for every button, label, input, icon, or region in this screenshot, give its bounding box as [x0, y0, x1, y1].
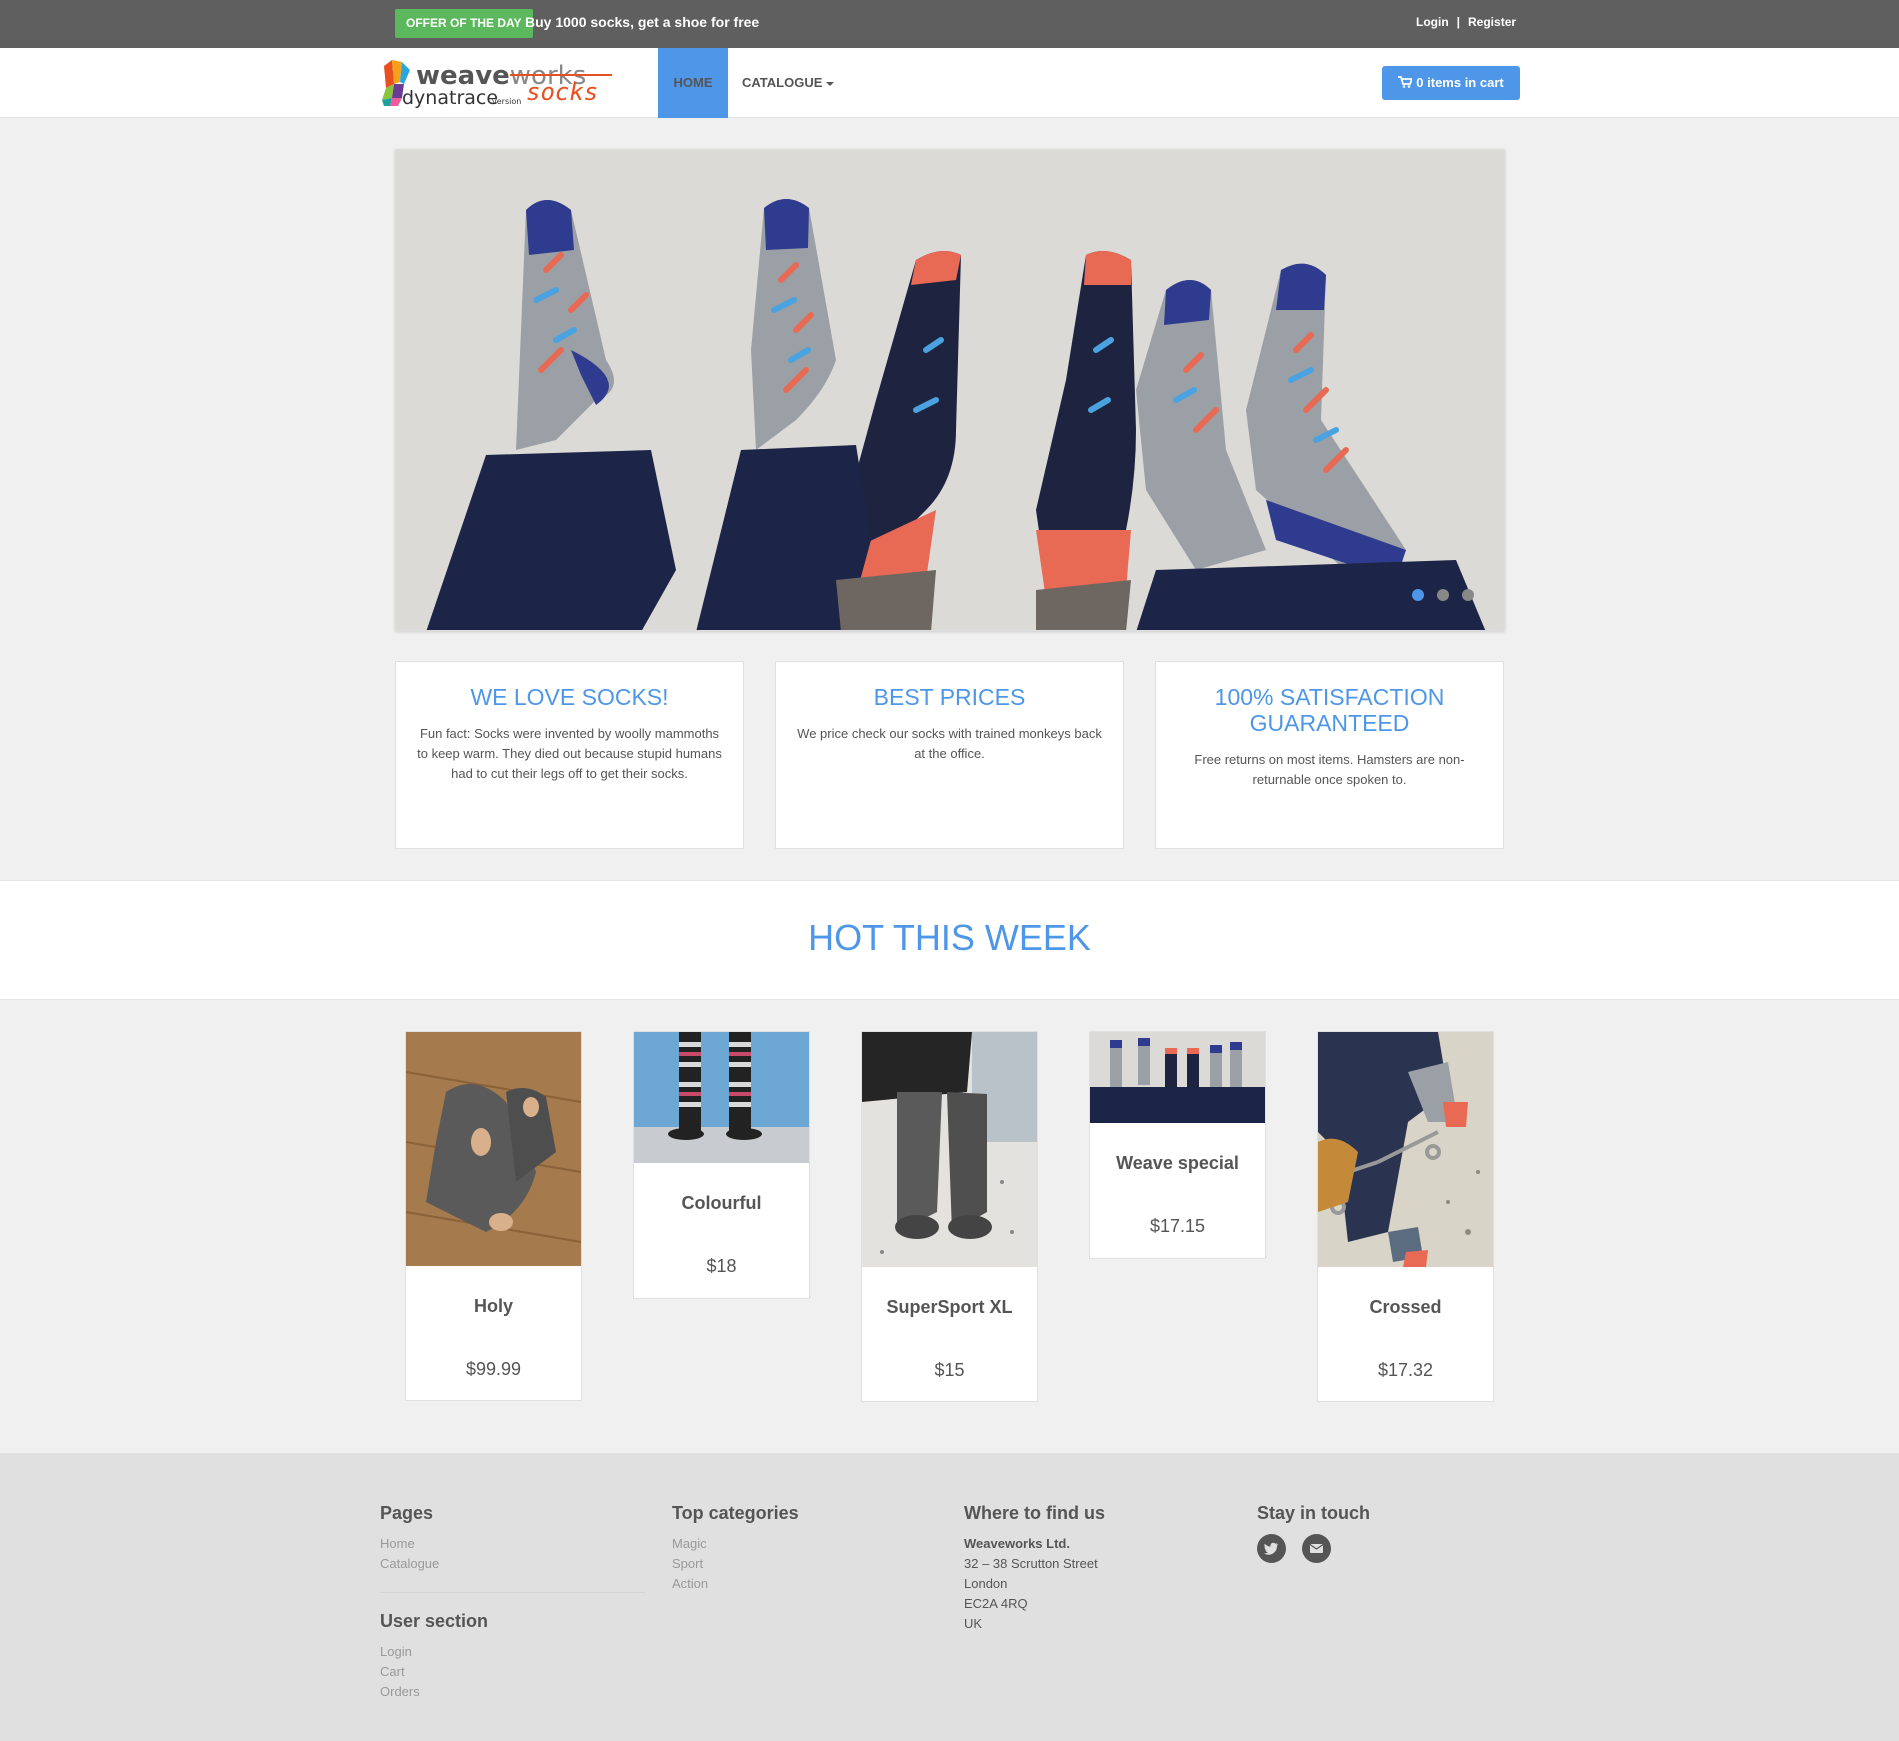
product-card-supersport-xl[interactable]: SuperSport XL $15	[861, 1031, 1038, 1402]
info-box-title: WE LOVE SOCKS!	[470, 684, 669, 710]
info-box-title: 100% SATISFACTION GUARANTEED	[1214, 684, 1445, 736]
svg-text:dynatrace: dynatrace	[402, 87, 498, 109]
info-box-text: We price check our socks with trained mo…	[797, 726, 1102, 761]
footer-categories: Top categories Magic Sport Action	[672, 1503, 799, 1594]
footer-divider	[380, 1592, 645, 1593]
carousel-indicators	[1412, 588, 1487, 606]
twitter-icon[interactable]	[1257, 1534, 1286, 1563]
product-price: $18	[706, 1256, 737, 1276]
footer-pages: Pages Home Catalogue User section Login …	[380, 1503, 645, 1702]
product-image[interactable]	[406, 1032, 581, 1266]
svg-text:version: version	[492, 97, 521, 106]
product-price: $17.32	[1377, 1360, 1434, 1380]
carousel-dot-2[interactable]	[1437, 589, 1449, 601]
product-image[interactable]	[1318, 1032, 1493, 1267]
link-separator: |	[1456, 15, 1461, 29]
footer-link-catalogue[interactable]: Catalogue	[380, 1554, 645, 1574]
footer-social: Stay in touch	[1257, 1503, 1370, 1568]
nav-home[interactable]: HOME	[658, 48, 728, 118]
caret-down-icon	[826, 81, 835, 86]
product-card-colourful[interactable]: Colourful $18	[633, 1031, 810, 1299]
footer-link-sport[interactable]: Sport	[672, 1554, 799, 1574]
user-links: Login | Register	[1412, 15, 1520, 29]
navbar: weaveworks dynatrace version socks HOME …	[0, 48, 1899, 118]
footer-heading: Top categories	[672, 1503, 799, 1523]
carousel-dot-3[interactable]	[1462, 589, 1474, 601]
product-name[interactable]: Crossed	[1318, 1297, 1493, 1318]
info-box-love-socks: WE LOVE SOCKS! Fun fact: Socks were inve…	[395, 661, 744, 849]
hot-this-week-band: HOT THIS WEEK	[0, 880, 1899, 1000]
info-box-text: Fun fact: Socks were invented by woolly …	[417, 726, 722, 781]
product-card-holy[interactable]: Holy $99.99	[405, 1031, 582, 1401]
info-box-best-prices: BEST PRICES We price check our socks wit…	[775, 661, 1124, 849]
offer-badge[interactable]: OFFER OF THE DAY	[395, 9, 533, 38]
footer-heading: User section	[380, 1611, 489, 1631]
product-name[interactable]: Weave special	[1090, 1153, 1265, 1174]
cart-button[interactable]: 0 items in cart	[1382, 66, 1520, 100]
product-name[interactable]: SuperSport XL	[862, 1297, 1037, 1318]
footer-heading: Stay in touch	[1257, 1503, 1371, 1523]
product-price: $15	[934, 1360, 965, 1380]
footer-link-home[interactable]: Home	[380, 1534, 645, 1554]
info-box-satisfaction: 100% SATISFACTION GUARANTEED Free return…	[1155, 661, 1504, 849]
register-link[interactable]: Register	[1468, 15, 1516, 29]
hero-carousel-image[interactable]	[395, 149, 1505, 631]
info-box-title: BEST PRICES	[873, 684, 1026, 710]
footer-address: Where to find us Weaveworks Ltd. 32 – 38…	[964, 1503, 1105, 1634]
footer-link-magic[interactable]: Magic	[672, 1534, 799, 1554]
product-price: $99.99	[465, 1359, 522, 1379]
cart-label: 0 items in cart	[1416, 75, 1504, 90]
nav-catalogue[interactable]: CATALOGUE	[742, 48, 835, 118]
address-line: London	[964, 1576, 1008, 1591]
login-link[interactable]: Login	[1416, 15, 1449, 29]
product-image[interactable]	[634, 1032, 809, 1163]
envelope-icon[interactable]	[1302, 1534, 1332, 1563]
product-image[interactable]	[862, 1032, 1037, 1267]
product-image[interactable]	[1090, 1032, 1265, 1123]
top-bar: OFFER OF THE DAY Buy 1000 socks, get a s…	[0, 0, 1899, 48]
info-box-text: Free returns on most items. Hamsters are…	[1194, 752, 1465, 787]
nav-catalogue-label: CATALOGUE	[742, 75, 823, 90]
footer-link-action[interactable]: Action	[672, 1574, 799, 1594]
footer-heading: Pages	[380, 1503, 434, 1523]
company-name: Weaveworks Ltd.	[964, 1536, 1070, 1551]
address-line: EC2A 4RQ	[964, 1596, 1028, 1611]
section-title: HOT THIS WEEK	[808, 917, 1091, 958]
cart-icon	[1398, 76, 1414, 88]
footer-heading: Where to find us	[964, 1503, 1105, 1523]
product-name[interactable]: Colourful	[634, 1193, 809, 1214]
footer-link-login[interactable]: Login	[380, 1642, 645, 1662]
footer: Pages Home Catalogue User section Login …	[0, 1453, 1899, 1741]
offer-text[interactable]: Buy 1000 socks, get a shoe for free	[525, 14, 759, 30]
address-line: UK	[964, 1616, 983, 1631]
address-line: 32 – 38 Scrutton Street	[964, 1556, 1098, 1571]
footer-link-orders[interactable]: Orders	[380, 1682, 645, 1702]
weaveworks-socks-logo[interactable]: weaveworks dynatrace version socks	[380, 58, 620, 110]
product-card-crossed[interactable]: Crossed $17.32	[1317, 1031, 1494, 1402]
product-card-weave-special[interactable]: Weave special $17.15	[1089, 1031, 1266, 1259]
product-price: $17.15	[1149, 1216, 1206, 1236]
carousel-dot-1[interactable]	[1412, 589, 1424, 601]
svg-text:socks: socks	[526, 78, 598, 106]
product-name[interactable]: Holy	[406, 1296, 581, 1317]
footer-link-cart[interactable]: Cart	[380, 1662, 645, 1682]
